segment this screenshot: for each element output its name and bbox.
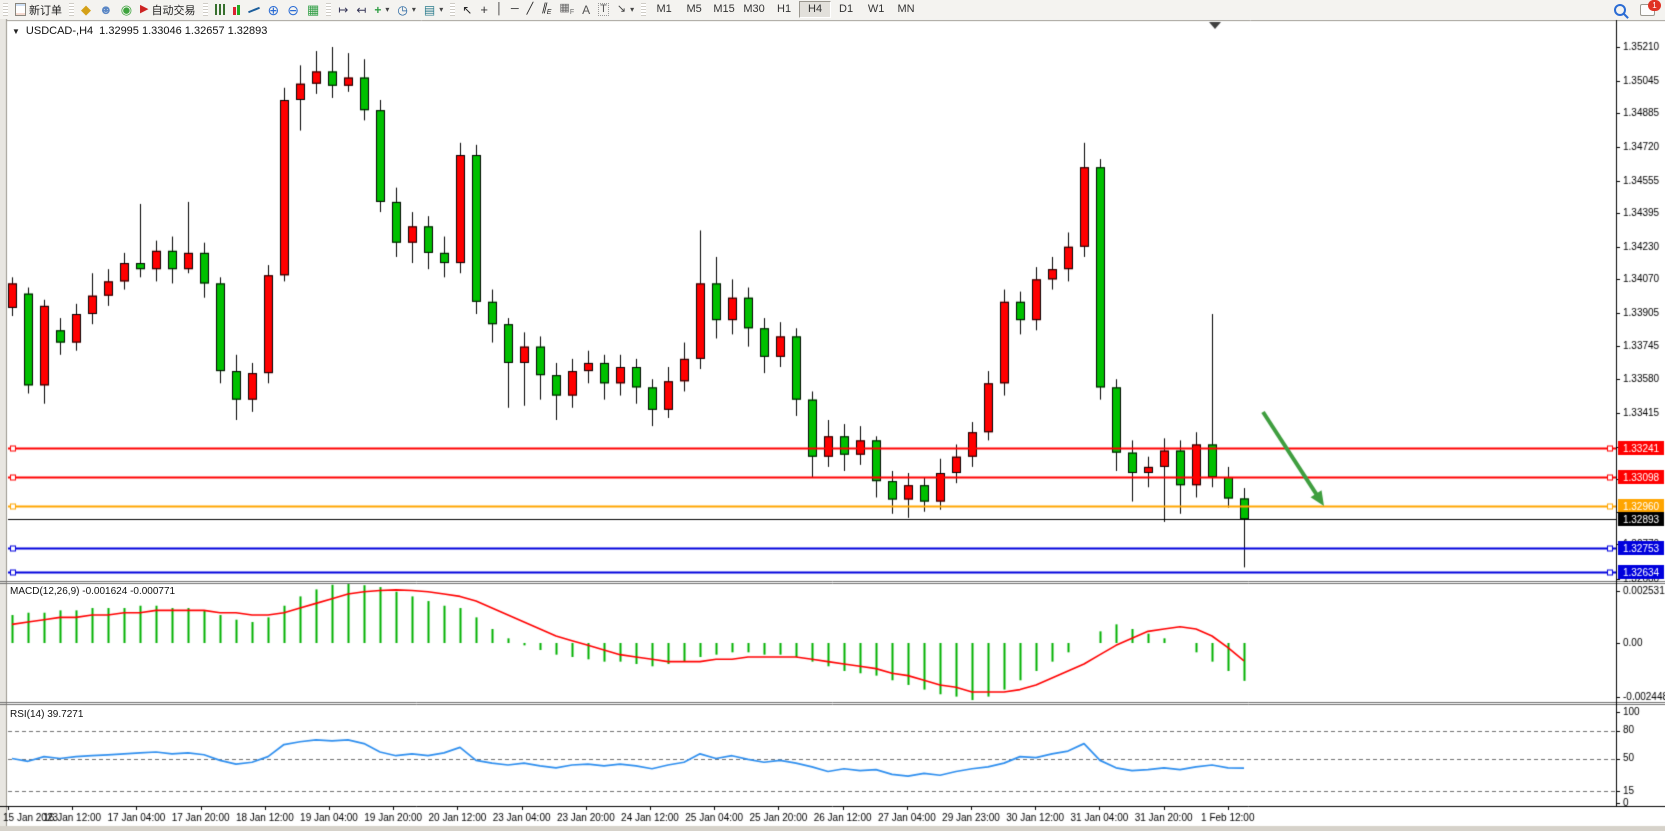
market-watch-button[interactable]: ◆ [77, 1, 95, 18]
autotrading-icon: ▶ [140, 4, 148, 15]
channel-button[interactable]: ∥E [537, 1, 555, 18]
horizontal-line-icon: ─ [511, 4, 519, 15]
vertical-line-icon: │ [496, 4, 503, 15]
toolbar-grip [326, 3, 331, 16]
toolbar-grip [641, 3, 646, 16]
toolbar-grip [3, 3, 8, 16]
timeframes-button[interactable]: ◷▾ [393, 1, 420, 18]
chart-window: ▼ USDCAD-,H4 1.32995 1.33046 1.32657 1.3… [0, 19, 1665, 831]
bar-chart-icon [215, 4, 225, 15]
zoom-out-icon: ⊖ [287, 3, 299, 17]
signals-button[interactable]: ◉ [117, 1, 136, 18]
equidistant-channel-icon: ∥E [541, 3, 551, 16]
chart-shift-button[interactable]: ↤ [352, 1, 370, 18]
text-label-button[interactable]: T [594, 1, 613, 18]
period-button-w1[interactable]: W1 [861, 1, 891, 18]
chevron-down-icon: ▾ [630, 5, 634, 14]
symbol-dropdown-icon[interactable]: ▼ [12, 27, 20, 36]
zoom-out-button[interactable]: ⊖ [283, 1, 303, 18]
fibonacci-button[interactable]: ▦F [555, 1, 578, 18]
notification-badge: 1 [1648, 0, 1661, 11]
bar-chart-button[interactable] [211, 1, 229, 18]
zoom-in-button[interactable]: ⊕ [264, 1, 284, 18]
rsi-indicator-label: RSI(14) 39.7271 [10, 709, 83, 720]
chevron-down-icon: ▾ [439, 5, 443, 14]
tile-windows-icon: ▦ [307, 3, 319, 16]
chart-symbol-title: USDCAD-,H4 [26, 25, 93, 37]
candlestick-chart-button[interactable] [229, 1, 244, 18]
profile-button[interactable]: ☻ [95, 1, 117, 18]
period-button-m30[interactable]: M30 [739, 1, 769, 18]
line-chart-icon [248, 6, 260, 12]
candlestick-chart-icon [233, 4, 240, 15]
text-label-icon: T [598, 3, 609, 16]
period-button-d1[interactable]: D1 [831, 1, 861, 18]
vertical-line-button[interactable]: │ [492, 1, 507, 18]
new-order-label: 新订单 [29, 2, 62, 18]
new-order-button[interactable]: 新订单 [11, 1, 66, 18]
text-button[interactable]: A [578, 1, 594, 18]
period-button-m1[interactable]: M1 [649, 1, 679, 18]
chevron-down-icon: ▾ [412, 5, 416, 14]
cursor-icon: ↖ [462, 4, 472, 16]
zoom-in-icon: ⊕ [268, 3, 280, 17]
template-icon: ▤ [424, 4, 435, 16]
chart-ohlc-values: 1.32995 1.33046 1.32657 1.32893 [99, 25, 267, 37]
profile-icon: ☻ [99, 3, 113, 16]
new-order-icon [15, 3, 26, 16]
period-button-mn[interactable]: MN [891, 1, 921, 18]
price-chart-canvas[interactable] [0, 19, 1665, 831]
tile-windows-button[interactable]: ▦ [303, 1, 323, 18]
chart-title-bar: ▼ USDCAD-,H4 1.32995 1.33046 1.32657 1.3… [12, 25, 267, 37]
indicators-button[interactable]: +▾ [370, 1, 393, 18]
autotrading-label: 自动交易 [152, 2, 196, 18]
text-icon: A [582, 4, 590, 16]
indicators-plus-icon: + [374, 4, 381, 16]
timeframe-switcher: M1M5M15M30H1H4D1W1MN [649, 1, 921, 18]
macd-indicator-label: MACD(12,26,9) -0.001624 -0.000771 [10, 586, 175, 597]
chevron-down-icon: ▾ [385, 5, 389, 14]
signals-icon: ◉ [121, 3, 132, 16]
toolbar-grip [203, 3, 208, 16]
toolbar-grip [69, 3, 74, 16]
period-button-h1[interactable]: H1 [769, 1, 799, 18]
main-toolbar: 新订单 ◆ ☻ ◉ ▶ 自动交易 ⊕ ⊖ ▦ ↦ ↤ +▾ ◷▾ ▤▾ ↖ + … [0, 0, 1665, 20]
trading-terminal: { "toolbar": { "new_order_label": "新订单",… [0, 0, 1665, 831]
chart-shift-icon: ↤ [356, 4, 366, 16]
fibonacci-icon: ▦F [559, 3, 574, 16]
toolbar-grip [450, 3, 455, 16]
horizontal-line-button[interactable]: ─ [507, 1, 523, 18]
period-button-h4[interactable]: H4 [799, 1, 831, 18]
gold-diamond-icon: ◆ [81, 3, 91, 16]
search-icon[interactable] [1614, 4, 1626, 16]
arrow-objects-icon: ↘ [617, 4, 626, 15]
period-button-m15[interactable]: M15 [709, 1, 739, 18]
crosshair-button[interactable]: + [476, 1, 492, 18]
templates-button[interactable]: ▤▾ [420, 1, 447, 18]
auto-scroll-icon: ↦ [338, 4, 348, 16]
period-button-m5[interactable]: M5 [679, 1, 709, 18]
autotrading-button[interactable]: ▶ 自动交易 [136, 1, 199, 18]
cursor-button[interactable]: ↖ [458, 1, 476, 18]
clock-icon: ◷ [397, 4, 407, 16]
line-chart-button[interactable] [244, 1, 264, 18]
arrows-button[interactable]: ↘▾ [613, 1, 638, 18]
trendline-button[interactable]: ╱ [523, 1, 538, 18]
chat-icon[interactable]: 1 [1640, 4, 1655, 16]
trendline-icon: ╱ [527, 4, 534, 15]
auto-scroll-button[interactable]: ↦ [334, 1, 352, 18]
crosshair-icon: + [480, 3, 488, 16]
